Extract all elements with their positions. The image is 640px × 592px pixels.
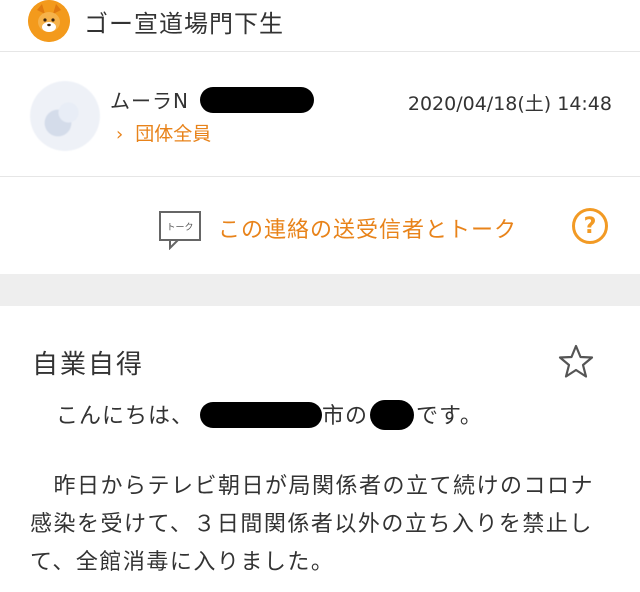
shiba-dog-icon (28, 0, 70, 42)
sent-timestamp: 2020/04/18(土) 14:48 (407, 93, 612, 115)
redaction-mark (200, 402, 323, 428)
greeting-mid: 市の (322, 404, 369, 429)
message-body: 自業自得 こんにちは、 市の です。 昨日からテレビ朝日が局関係者の立て続けのコロナ… (0, 306, 640, 592)
recipient-group-link[interactable]: › 団体全員 (116, 119, 211, 146)
sender-name: ムーラN (110, 89, 189, 113)
talk-icon-text: トーク (166, 222, 193, 233)
group-header: ゴー宣道場門下生 (0, 0, 640, 52)
talk-row[interactable]: トーク この連絡の送受信者とトーク ? (0, 178, 640, 274)
message-paragraph: 昨日からテレビ朝日が局関係者の立て続けのコロナ感染を受けて、３日間関係者以外の立… (30, 468, 610, 582)
group-avatar[interactable] (28, 0, 70, 42)
talk-with-recipients-link[interactable]: この連絡の送受信者とトーク (218, 212, 517, 244)
sender-avatar[interactable] (30, 81, 100, 151)
recipient-group-label: 団体全員 (135, 123, 212, 145)
talk-bubble-icon: トーク (159, 211, 201, 250)
redaction-mark (370, 400, 415, 430)
message-title: 自業自得 (32, 350, 145, 380)
greeting-line: こんにちは、 市の です。 (56, 398, 483, 430)
sender-row: ムーラN 2020/04/18(土) 14:48 › 団体全員 (0, 53, 640, 177)
greeting-start: こんにちは、 (56, 404, 195, 429)
help-icon[interactable]: ? (572, 208, 608, 244)
redaction-mark (200, 87, 314, 113)
group-name: ゴー宣道場門下生 (84, 10, 284, 38)
star-icon[interactable] (556, 342, 596, 382)
greeting-end: です。 (416, 404, 483, 429)
section-divider (0, 274, 640, 306)
message-detail-screen: ゴー宣道場門下生 ムーラN 2020/04/18(土) 14:48 › 団体全員 … (0, 0, 640, 592)
paragraph-text: 昨日からテレビ朝日が局関係者の立て続けのコロナ感染を受けて、３日間関係者以外の立… (30, 474, 595, 575)
chevron-right-icon: › (116, 124, 124, 145)
